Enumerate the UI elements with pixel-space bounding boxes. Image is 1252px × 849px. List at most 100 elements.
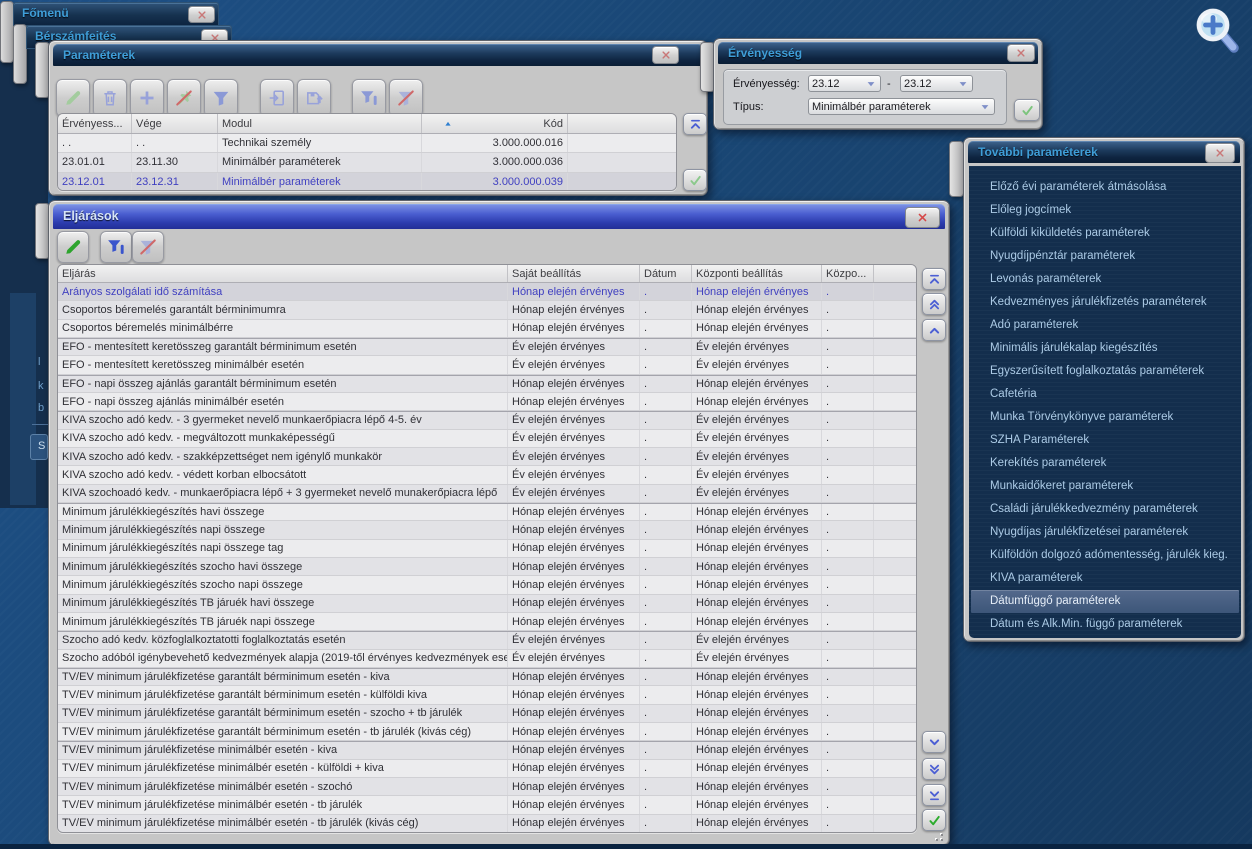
table-row[interactable]: TV/EV minimum járulékfizetése minimálbér… [58,777,916,797]
table-row[interactable]: Arányos szolgálati idő számítása Hónap el… [58,283,916,302]
parameter-menu-item[interactable]: Dátum és Alk.Min. függő paraméterek [971,613,1239,636]
filter-clear-button[interactable] [132,231,164,263]
scroll-top-button[interactable] [683,113,707,135]
export-button[interactable] [260,79,294,117]
scroll-bottom-button[interactable] [922,784,946,806]
parameter-menu-item[interactable]: Munka Törvénykönyve paraméterek [971,406,1239,429]
table-row[interactable]: 23.12.01 23.12.31 Minimálbér paraméterek 3.… [58,172,676,190]
table-row[interactable]: EFO - napi összeg ajánlás garantált bérm… [58,374,916,393]
cell: 3.000.000.039 [422,172,568,190]
parameter-menu-item[interactable]: Munkaidőkeret paraméterek [971,475,1239,498]
add-button[interactable] [130,79,164,117]
row-down-button[interactable] [922,731,946,753]
parameter-menu-item[interactable]: Külföldi kiküldetés paraméterek [971,222,1239,245]
table-row[interactable]: Szocho adó kedv. közfoglalkoztatotti fog… [58,631,916,650]
edit-button[interactable] [57,231,89,263]
parameter-menu-item[interactable]: Külföldön dolgozó adómentesség, járulék … [971,544,1239,567]
table-row[interactable]: TV/EV minimum járulékfizetése minimálbér… [58,814,916,832]
parameter-menu-item[interactable]: Családi járulékkedvezmény paraméterek [971,498,1239,521]
clipped-button[interactable]: S [30,434,48,460]
filter-button[interactable] [204,79,238,117]
table-row[interactable]: KIVA szocho adó kedv. - szakképzettséget… [58,447,916,467]
parameter-menu-item[interactable]: KIVA paraméterek [971,567,1239,590]
edit-button[interactable] [56,79,90,117]
parameter-menu-item[interactable]: Levonás paraméterek [971,268,1239,291]
table-row[interactable]: Csoportos béremelés minimálbérre Hónap el… [58,319,916,338]
table-row[interactable]: Minimum járulékkiegészítés napi összege H… [58,521,916,540]
filter-clear-button[interactable] [389,79,423,117]
column-header[interactable]: Modul [218,114,422,133]
parameter-menu-item[interactable]: Kedvezményes járulékfizetés paraméterek [971,291,1239,314]
parameter-menu-item[interactable]: Adó paraméterek [971,314,1239,337]
delete-button[interactable] [93,79,127,117]
table-row[interactable]: EFO - mentesített keretösszeg minimálbér… [58,356,916,375]
parameter-menu-item[interactable]: Kerekítés paraméterek [971,452,1239,475]
table-row[interactable]: TV/EV minimum járulékfizetése minimálbér… [58,741,916,760]
column-header[interactable]: Eljárás [58,265,508,282]
page-down-button[interactable] [922,758,946,780]
parameter-menu-item[interactable]: Előző évi paraméterek átmásolása [971,176,1239,199]
table-row[interactable]: KIVA szocho adó kedv. - védett korban el… [58,466,916,485]
ervenyesseg-close-button[interactable] [1007,44,1035,62]
parameter-menu-item[interactable]: Dátumfüggő paraméterek [971,590,1239,613]
column-header[interactable]: Központi beállítás [692,265,822,282]
validity-from-dropdown[interactable]: 23.12 [808,75,881,92]
confirm-button[interactable] [683,169,707,191]
table-row[interactable]: TV/EV minimum járulékfizetése minimálbér… [58,796,916,815]
table-row[interactable]: KIVA szocho adó kedv. - 3 gyermeket neve… [58,411,916,430]
scroll-top-button[interactable] [922,268,946,290]
table-row[interactable]: KIVA szocho adó kedv. - megváltozott mun… [58,429,916,448]
unpin-button[interactable] [167,79,201,117]
parameter-menu-item[interactable]: Nyugdíjas járulékfizetései paraméterek [971,521,1239,544]
tovabbi-titlebar[interactable]: További paraméterek [968,141,1240,163]
parameter-menu-item[interactable]: SZHA Paraméterek [971,429,1239,452]
column-header[interactable]: Közpo... [822,265,874,282]
table-row[interactable]: Minimum járulékkiegészítés TB járuék hav… [58,594,916,613]
table-row[interactable]: KIVA szochoadó kedv. - munkaerőpiacra lé… [58,484,916,503]
window-fomenu-titlebar[interactable]: Főmenü [13,2,219,26]
parameterek-close-button[interactable] [652,46,679,64]
table-row[interactable]: TV/EV minimum járulékfizetése garantált … [58,667,916,687]
column-header[interactable]: Érvényess... [58,114,132,133]
parameter-menu-item[interactable]: Nyugdíjpénztár paraméterek [971,245,1239,268]
table-row[interactable]: Csoportos béremelés garantált bérminimum… [58,301,916,320]
filter-info-button[interactable] [100,231,132,263]
parameter-menu-item[interactable]: Előleg jogcímek [971,199,1239,222]
type-dropdown[interactable]: Minimálbér paraméterek [808,98,995,115]
table-row[interactable]: TV/EV minimum járulékfizetése garantált … [58,704,916,723]
resize-grip[interactable] [933,831,945,843]
zoom-in-magnifier-icon[interactable] [1192,4,1242,54]
page-up-button[interactable] [922,293,946,315]
row-up-button[interactable] [922,319,946,341]
parameter-menu-item[interactable]: Cafetéria [971,383,1239,406]
import-button[interactable] [297,79,331,117]
parameter-menu-item[interactable]: Egyszerűsített foglalkoztatás paramétere… [971,360,1239,383]
table-row[interactable]: TV/EV minimum járulékfizetése garantált … [58,686,916,705]
table-row[interactable]: Minimum járulékkiegészítés szocho napi ö… [58,576,916,595]
parameter-menu-item[interactable]: Minimális járulékalap kiegészítés [971,337,1239,360]
tovabbi-close-button[interactable] [1205,143,1235,163]
table-row[interactable]: EFO - napi összeg ajánlás minimálbér ese… [58,392,916,412]
table-row[interactable]: TV/EV minimum járulékfizetése minimálbér… [58,759,916,778]
column-header[interactable]: Vége [132,114,218,133]
table-row[interactable]: TV/EV minimum járulékfizetése garantált … [58,722,916,742]
validity-to-dropdown[interactable]: 23.12 [900,75,973,92]
table-row[interactable]: EFO - mentesített keretösszeg garantált … [58,337,916,357]
table-row[interactable]: . .. . Technikai személy 3.000.000.016 [58,134,676,154]
table-row[interactable]: Szocho adóból igénybevehető kedvezmények… [58,649,916,668]
table-row[interactable]: Minimum járulékkiegészítés TB járuék nap… [58,612,916,632]
fomenu-close-button[interactable] [188,6,215,23]
column-header[interactable]: Dátum [640,265,692,282]
table-row[interactable]: Minimum járulékkiegészítés napi összege … [58,539,916,558]
table-row[interactable]: Minimum járulékkiegészítés szocho havi ö… [58,557,916,577]
filter-info-button[interactable] [352,79,386,117]
table-row[interactable]: 23.01.01 23.11.30 Minimálbér paraméterek 3.… [58,153,676,173]
parameterek-titlebar[interactable]: Paraméterek [53,44,703,66]
confirm-button[interactable] [1014,99,1040,121]
ervenyesseg-titlebar[interactable]: Érvényesség [718,42,1038,64]
eljarasok-titlebar[interactable]: Eljárások [53,204,945,229]
table-row[interactable]: Minimum járulékkiegészítés havi összege H… [58,502,916,522]
confirm-button[interactable] [922,809,946,831]
column-header[interactable]: Saját beállítás [508,265,640,282]
eljarasok-close-button[interactable] [905,207,940,228]
